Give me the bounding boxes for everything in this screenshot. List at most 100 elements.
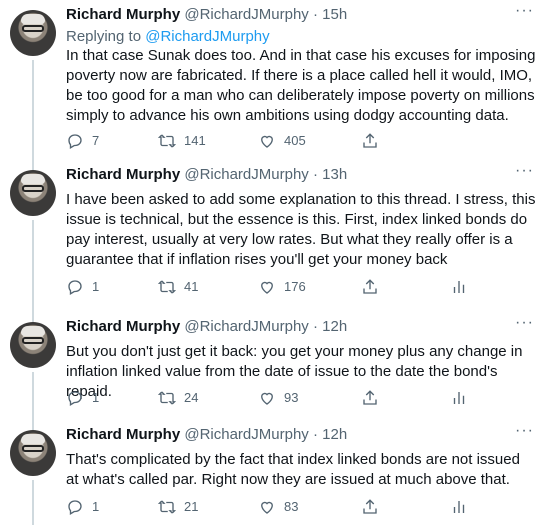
- avatar[interactable]: [10, 430, 56, 476]
- author-handle[interactable]: @RichardJMurphy: [184, 166, 308, 183]
- avatar[interactable]: [10, 322, 56, 368]
- separator: ·: [312, 6, 318, 23]
- reply-count: 1: [92, 390, 100, 405]
- timestamp[interactable]: 12h: [322, 426, 347, 443]
- more-icon[interactable]: ···: [515, 162, 534, 180]
- tweet[interactable]: Richard Murphy @RichardJMurphy · 12h ···…: [0, 312, 550, 420]
- more-icon[interactable]: ···: [515, 314, 534, 332]
- analytics-button[interactable]: [450, 498, 476, 516]
- author-name[interactable]: Richard Murphy: [66, 166, 180, 183]
- action-bar: 1 21 83: [66, 498, 486, 518]
- like-count: 83: [284, 499, 299, 514]
- like-count: 93: [284, 390, 299, 405]
- separator: ·: [312, 166, 318, 183]
- heart-icon: [261, 135, 273, 148]
- share-button[interactable]: [361, 278, 387, 296]
- tweet[interactable]: Richard Murphy @RichardJMurphy · 12h ···…: [0, 420, 550, 525]
- reply-icon: [68, 280, 82, 295]
- retweet-icon: [158, 280, 176, 294]
- thread-line: [32, 60, 34, 160]
- retweet-icon: [158, 500, 176, 514]
- reply-button[interactable]: 1: [66, 278, 99, 296]
- heart-icon: [261, 501, 273, 514]
- reply-button[interactable]: 7: [66, 132, 99, 150]
- thread-line: [32, 312, 34, 322]
- thread-line: [32, 220, 34, 312]
- reply-button[interactable]: 1: [66, 389, 99, 407]
- share-icon: [363, 133, 377, 148]
- analytics-button[interactable]: [450, 389, 476, 407]
- replying-to-handle[interactable]: @RichardJMurphy: [145, 28, 269, 45]
- reply-icon: [68, 391, 82, 406]
- replying-to-label: Replying to: [66, 28, 142, 45]
- author-name[interactable]: Richard Murphy: [66, 6, 180, 23]
- like-count: 405: [284, 133, 306, 148]
- share-icon: [363, 279, 377, 294]
- action-bar: 7 141 405: [66, 132, 486, 152]
- like-button[interactable]: 176: [258, 278, 306, 296]
- reply-count: 1: [92, 499, 100, 514]
- author-handle[interactable]: @RichardJMurphy: [184, 6, 308, 23]
- replying-to: Replying to @RichardJMurphy: [66, 28, 270, 45]
- timestamp[interactable]: 12h: [322, 318, 347, 335]
- retweet-button[interactable]: 21: [158, 498, 198, 516]
- tweet-text: That's complicated by the fact that inde…: [66, 451, 520, 488]
- tweet-header: Richard Murphy @RichardJMurphy · 13h: [66, 166, 347, 184]
- reply-icon: [68, 134, 82, 149]
- retweet-icon: [158, 391, 176, 405]
- author-name[interactable]: Richard Murphy: [66, 426, 180, 443]
- timestamp[interactable]: 15h: [322, 6, 347, 23]
- reply-count: 1: [92, 279, 100, 294]
- tweet-header: Richard Murphy @RichardJMurphy · 12h: [66, 318, 347, 336]
- share-button[interactable]: [361, 132, 387, 150]
- author-handle[interactable]: @RichardJMurphy: [184, 318, 308, 335]
- retweet-button[interactable]: 24: [158, 389, 198, 407]
- tweet-header: Richard Murphy @RichardJMurphy · 12h: [66, 426, 347, 444]
- separator: ·: [312, 318, 318, 335]
- action-bar: 1 24 93: [66, 389, 486, 409]
- tweet-header: Richard Murphy @RichardJMurphy · 15h: [66, 6, 347, 24]
- timestamp[interactable]: 13h: [322, 166, 347, 183]
- share-button[interactable]: [361, 389, 387, 407]
- share-icon: [363, 390, 377, 405]
- more-icon[interactable]: ···: [515, 422, 534, 440]
- like-button[interactable]: 83: [258, 498, 298, 516]
- author-handle[interactable]: @RichardJMurphy: [184, 426, 308, 443]
- like-count: 176: [284, 279, 306, 294]
- tweet-text: I have been asked to add some explanatio…: [66, 191, 536, 268]
- analytics-icon: [453, 281, 465, 293]
- reply-icon: [68, 500, 82, 515]
- avatar[interactable]: [10, 10, 56, 56]
- more-icon[interactable]: ···: [515, 2, 534, 20]
- retweet-icon: [158, 134, 176, 148]
- thread-line: [32, 480, 34, 525]
- author-name[interactable]: Richard Murphy: [66, 318, 180, 335]
- thread-line: [32, 160, 34, 170]
- reply-count: 7: [92, 133, 100, 148]
- heart-icon: [261, 392, 273, 405]
- retweet-count: 141: [184, 133, 206, 148]
- separator: ·: [312, 426, 318, 443]
- retweet-count: 21: [184, 499, 199, 514]
- share-button[interactable]: [361, 498, 387, 516]
- tweet[interactable]: Richard Murphy @RichardJMurphy · 15h ···…: [0, 0, 550, 160]
- analytics-icon: [453, 501, 465, 513]
- analytics-button[interactable]: [450, 278, 476, 296]
- thread-line: [32, 420, 34, 430]
- thread-line: [32, 372, 34, 420]
- retweet-button[interactable]: 41: [158, 278, 198, 296]
- retweet-button[interactable]: 141: [158, 132, 206, 150]
- like-button[interactable]: 93: [258, 389, 298, 407]
- tweet[interactable]: Richard Murphy @RichardJMurphy · 13h ···…: [0, 160, 550, 312]
- action-bar: 1 41 176: [66, 278, 486, 298]
- tweet-thread: Richard Murphy @RichardJMurphy · 15h ···…: [0, 0, 550, 525]
- like-button[interactable]: 405: [258, 132, 306, 150]
- retweet-count: 24: [184, 390, 199, 405]
- share-icon: [363, 499, 377, 514]
- analytics-icon: [453, 392, 465, 404]
- tweet-text: In that case Sunak does too. And in that…: [66, 47, 536, 124]
- retweet-count: 41: [184, 279, 199, 294]
- avatar[interactable]: [10, 170, 56, 216]
- heart-icon: [261, 281, 273, 294]
- reply-button[interactable]: 1: [66, 498, 99, 516]
